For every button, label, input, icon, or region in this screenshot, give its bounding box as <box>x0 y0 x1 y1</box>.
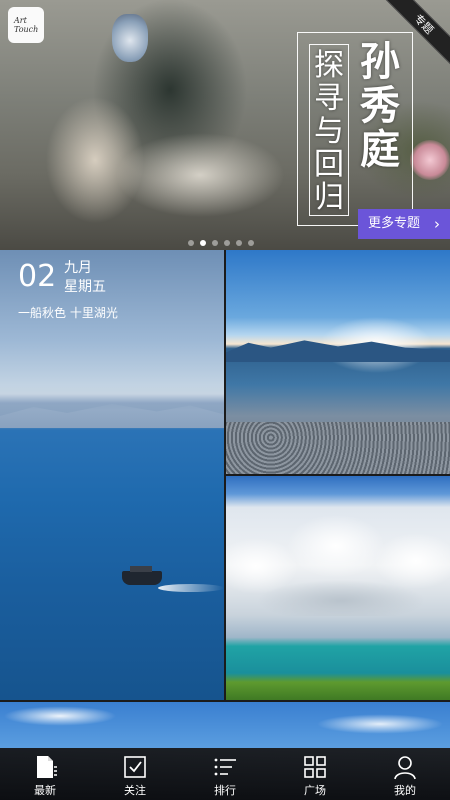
date-weekday: 星期五 <box>64 279 106 295</box>
nav-label-square: 广场 <box>304 784 326 797</box>
topic-ribbon-label: 专题 <box>411 11 437 37</box>
photo-tile-cloud-lake[interactable] <box>226 476 450 700</box>
nav-tab-square[interactable]: 广场 <box>270 748 360 800</box>
nav-tab-newest[interactable]: 最新 <box>0 748 90 800</box>
banner-page-dot[interactable] <box>188 240 194 246</box>
app-logo-text: Art Touch <box>14 16 39 34</box>
nav-tab-follow[interactable]: 关注 <box>90 748 180 800</box>
profile-icon <box>394 756 416 780</box>
banner-page-dot[interactable] <box>248 240 254 246</box>
photo-boat <box>122 566 162 585</box>
nav-tab-ranking[interactable]: 排行 <box>180 748 270 800</box>
nav-label-follow: 关注 <box>124 784 146 797</box>
banner-page-indicator <box>188 240 254 246</box>
featured-banner[interactable]: Art Touch 专题 孙秀庭 探寻与回归 更多专题 › <box>0 0 450 250</box>
photo-mountains <box>0 404 224 428</box>
banner-artwork-vase <box>112 14 148 62</box>
bottom-nav: 最新 关注 排行 广场 我的 <box>0 748 450 800</box>
photo-pebble-shore <box>226 422 450 474</box>
nav-label-profile: 我的 <box>394 784 416 797</box>
banner-page-dot[interactable] <box>200 240 206 246</box>
chevron-right-icon: › <box>434 215 440 233</box>
banner-title: 孙秀庭 <box>360 39 400 173</box>
square-icon <box>304 756 326 778</box>
newest-icon <box>37 756 57 778</box>
photo-boat-wake <box>158 584 224 592</box>
nav-tab-profile[interactable]: 我的 <box>360 748 450 800</box>
photo-horizon-clouds <box>226 340 450 362</box>
more-topics-label: 更多专题 <box>368 216 421 231</box>
photo-cloud-mass <box>226 506 450 616</box>
photo-tile-sky-strip[interactable] <box>0 702 450 748</box>
follow-icon <box>124 756 146 778</box>
more-topics-button[interactable]: 更多专题 › <box>358 209 450 239</box>
banner-subtitle: 探寻与回归 <box>309 44 349 216</box>
banner-artwork-flowers <box>410 140 450 180</box>
app-logo[interactable]: Art Touch <box>8 7 44 43</box>
nav-label-ranking: 排行 <box>214 784 236 797</box>
banner-page-dot[interactable] <box>212 240 218 246</box>
ranking-icon <box>214 758 236 776</box>
banner-page-dot[interactable] <box>224 240 230 246</box>
banner-page-dot[interactable] <box>236 240 242 246</box>
daily-quote: 一船秋色 十里湖光 <box>18 306 118 320</box>
date-day: 02 <box>18 259 57 294</box>
date-month: 九月 <box>64 260 92 276</box>
photo-tile-sunrise-lake[interactable] <box>226 250 450 474</box>
nav-label-newest: 最新 <box>34 784 56 797</box>
